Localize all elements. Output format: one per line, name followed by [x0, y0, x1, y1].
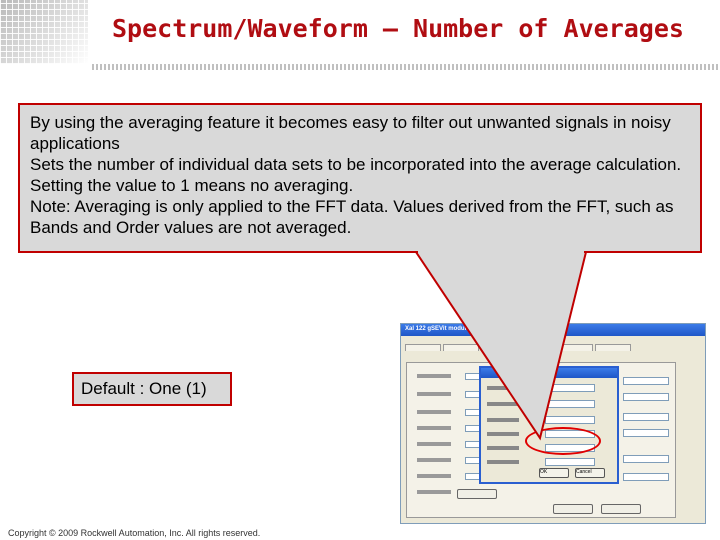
copyright-footer: Copyright © 2009 Rockwell Automation, In… [8, 528, 261, 538]
callout-pointer [414, 250, 588, 441]
default-value-callout: Default : One (1) [72, 372, 232, 406]
pointer-triangle [414, 251, 588, 441]
